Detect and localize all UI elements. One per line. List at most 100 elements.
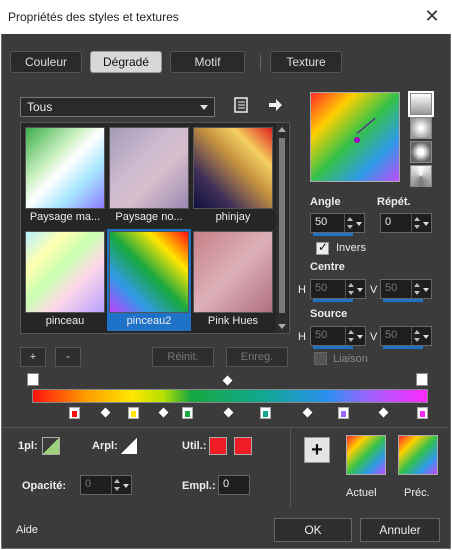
chevron-down-icon[interactable] bbox=[355, 280, 365, 298]
chevron-down-icon[interactable] bbox=[354, 214, 364, 232]
gallery-item-selected[interactable]: pinceau2 bbox=[107, 229, 191, 331]
previous-swatch[interactable] bbox=[398, 435, 438, 475]
center-v-spinner[interactable]: 50 bbox=[380, 279, 432, 302]
color-stop-swatch bbox=[72, 411, 77, 417]
ok-button[interactable]: OK bbox=[274, 518, 352, 542]
save-button[interactable]: Enreg. bbox=[226, 347, 288, 367]
linear-style-button[interactable] bbox=[408, 91, 434, 117]
spin-arrows-icon[interactable] bbox=[411, 214, 421, 232]
color-stop[interactable] bbox=[338, 407, 349, 419]
angle-slider[interactable] bbox=[313, 233, 353, 236]
category-dropdown[interactable]: Tous bbox=[20, 97, 215, 117]
arrow-right-icon[interactable] bbox=[266, 97, 284, 115]
first-plane-swatch[interactable] bbox=[42, 437, 60, 455]
back-plane-label: Arpl: bbox=[92, 440, 118, 452]
back-plane-swatch[interactable] bbox=[120, 437, 138, 455]
spin-arrows-icon[interactable] bbox=[111, 476, 121, 494]
chevron-down-icon[interactable] bbox=[421, 327, 431, 345]
gallery-thumbnail bbox=[25, 127, 105, 209]
sunburst-style-button[interactable] bbox=[410, 165, 432, 187]
add-to-swatches-button[interactable]: + bbox=[304, 437, 330, 463]
gradient-gallery: Paysage ma... Paysage no... phinjay pinc… bbox=[20, 122, 290, 334]
tab-motif[interactable]: Motif bbox=[170, 51, 245, 73]
opacity-stop-right[interactable] bbox=[416, 373, 428, 386]
tab-texture[interactable]: Texture bbox=[270, 51, 342, 73]
resource-manager-icon[interactable] bbox=[232, 97, 250, 115]
cancel-button[interactable]: Annuler bbox=[360, 518, 440, 542]
color-stop-swatch bbox=[341, 411, 346, 417]
user-color-swatch[interactable] bbox=[209, 437, 227, 455]
current-swatch[interactable] bbox=[346, 435, 386, 475]
radial-style-button[interactable] bbox=[410, 141, 432, 163]
gallery-item[interactable]: Paysage no... bbox=[109, 127, 189, 225]
center-h-spinner[interactable]: 50 bbox=[310, 279, 366, 302]
scroll-up-icon[interactable] bbox=[278, 127, 286, 132]
source-v-spinner[interactable]: 50 bbox=[380, 326, 432, 349]
category-selected: Tous bbox=[27, 100, 53, 114]
repeat-spinner[interactable]: 0 bbox=[380, 213, 432, 233]
gallery-item[interactable]: Pink Hues bbox=[193, 231, 273, 329]
gallery-scrollbar[interactable] bbox=[276, 123, 288, 333]
center-handle[interactable] bbox=[354, 137, 360, 143]
source-h-slider[interactable] bbox=[313, 346, 353, 349]
gallery-item-label: pinceau2 bbox=[109, 315, 189, 327]
spin-arrows-icon[interactable] bbox=[411, 280, 421, 298]
close-icon[interactable]: ✕ bbox=[422, 6, 442, 26]
invert-label: Invers bbox=[336, 242, 366, 254]
rectangular-style-button[interactable] bbox=[410, 117, 432, 139]
color-stop[interactable] bbox=[417, 407, 428, 419]
source-h-spinner[interactable]: 50 bbox=[310, 326, 366, 349]
remove-button[interactable]: - bbox=[55, 347, 81, 367]
reset-button[interactable]: Réinit. bbox=[152, 347, 214, 367]
location-field[interactable]: 0 bbox=[218, 475, 250, 495]
chevron-down-icon bbox=[200, 105, 208, 110]
color-stop[interactable] bbox=[182, 407, 193, 419]
center-v-value: 50 bbox=[385, 282, 398, 294]
divider bbox=[2, 427, 448, 428]
gallery-thumbnail bbox=[193, 231, 273, 313]
link-checkbox[interactable] bbox=[314, 352, 327, 365]
color-stop-swatch bbox=[185, 411, 190, 417]
gradient-bar[interactable] bbox=[32, 389, 428, 403]
color-stop-swatch bbox=[263, 411, 268, 417]
center-v-slider[interactable] bbox=[383, 299, 423, 302]
gallery-thumbnail bbox=[109, 127, 189, 209]
color-stop[interactable] bbox=[69, 407, 80, 419]
color-stop[interactable] bbox=[260, 407, 271, 419]
user-color-swatch-2[interactable] bbox=[234, 437, 252, 455]
spin-arrows-icon[interactable] bbox=[411, 327, 421, 345]
opacity-spinner[interactable]: 0 bbox=[80, 475, 132, 495]
add-button[interactable]: + bbox=[20, 347, 46, 367]
gallery-item[interactable]: Paysage ma... bbox=[25, 127, 105, 225]
source-v-label: V bbox=[370, 331, 378, 343]
chevron-down-icon[interactable] bbox=[121, 476, 131, 494]
opacity-stop-left[interactable] bbox=[27, 373, 39, 386]
help-link[interactable]: Aide bbox=[16, 524, 38, 536]
spin-arrows-icon[interactable] bbox=[345, 327, 355, 345]
chevron-down-icon[interactable] bbox=[421, 280, 431, 298]
spin-arrows-icon[interactable] bbox=[344, 214, 354, 232]
gradient-preview[interactable] bbox=[310, 92, 400, 182]
chevron-down-icon[interactable] bbox=[355, 327, 365, 345]
tab-degrade[interactable]: Dégradé bbox=[90, 51, 162, 73]
center-h-value: 50 bbox=[315, 282, 328, 294]
location-value: 0 bbox=[223, 478, 230, 490]
tab-separator bbox=[260, 55, 261, 71]
invert-checkbox[interactable] bbox=[316, 240, 329, 255]
angle-spinner[interactable]: 50 bbox=[310, 213, 365, 236]
color-stop[interactable] bbox=[128, 407, 139, 419]
angle-value: 50 bbox=[315, 216, 328, 228]
first-plane-label: 1pl: bbox=[18, 440, 38, 452]
scroll-down-icon[interactable] bbox=[278, 324, 286, 329]
center-h-slider[interactable] bbox=[313, 299, 353, 302]
gallery-item[interactable]: pinceau bbox=[25, 231, 105, 329]
center-label: Centre bbox=[310, 261, 345, 273]
chevron-down-icon[interactable] bbox=[421, 214, 431, 232]
source-v-slider[interactable] bbox=[383, 346, 423, 349]
gallery-item-label: pinceau bbox=[45, 315, 85, 327]
scroll-thumb[interactable] bbox=[279, 138, 285, 313]
angle-handle-line bbox=[356, 117, 376, 134]
gallery-item[interactable]: phinjay bbox=[193, 127, 273, 225]
tab-couleur[interactable]: Couleur bbox=[10, 51, 82, 73]
spin-arrows-icon[interactable] bbox=[345, 280, 355, 298]
